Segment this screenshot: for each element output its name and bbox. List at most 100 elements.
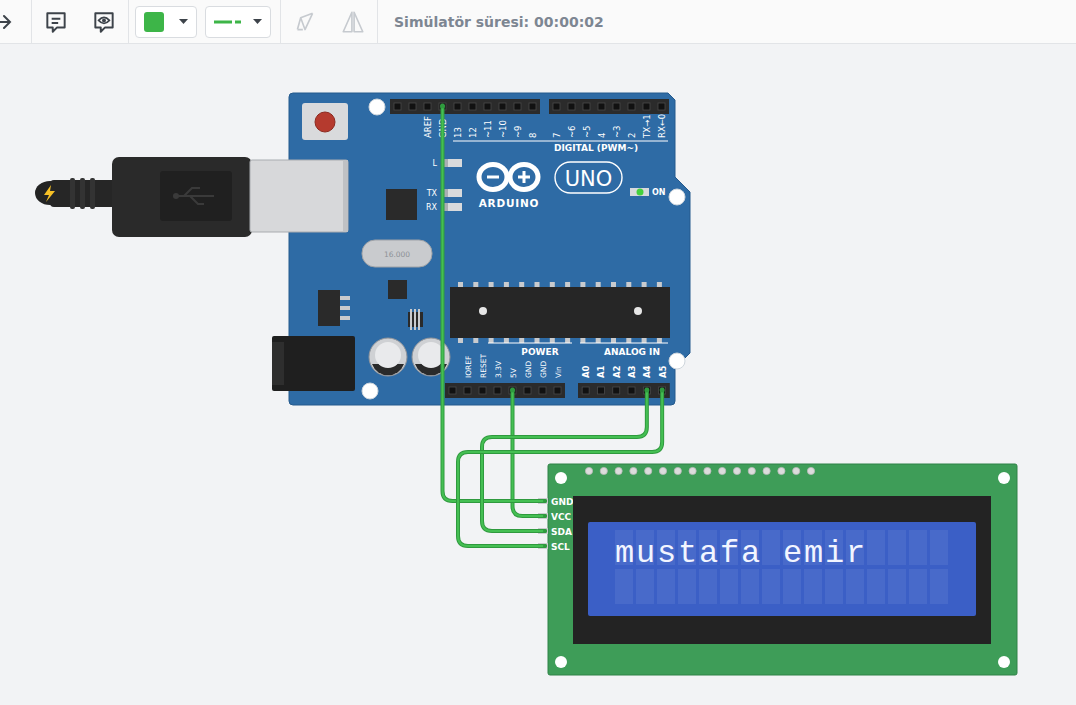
mounting-hole [555, 656, 567, 668]
capacitor [369, 338, 407, 376]
brand-label: ARDUINO [479, 197, 540, 209]
color-swatch [144, 12, 164, 32]
pin-label: A4 [642, 365, 652, 378]
pin-label: RX←0 [657, 114, 667, 138]
lcd-bezel [573, 496, 991, 644]
mounting-hole [369, 99, 385, 115]
pin-label: 2 [627, 133, 637, 138]
usb-plug [250, 160, 348, 232]
analog-header-label: ANALOG IN [604, 347, 660, 357]
wire-end [510, 388, 515, 393]
usb-cable [35, 157, 252, 237]
pin-label: GND [524, 361, 533, 378]
power-bolt-icon [44, 185, 55, 202]
eye-icon [91, 9, 117, 35]
digital-header-label: DIGITAL (PWM~) [554, 143, 638, 153]
lcd-module[interactable]: GND VCC SDA SCL mustafa emir [538, 464, 1017, 675]
flip-button [329, 0, 377, 44]
pin-label: 4 [597, 133, 607, 138]
wire-end [440, 104, 445, 109]
wire[interactable] [482, 388, 649, 534]
pin-label: 13 [453, 127, 463, 138]
note-icon [43, 9, 69, 35]
pin-label: IOREF [464, 356, 473, 378]
led-label: RX [426, 203, 438, 212]
pin-label: A1 [596, 365, 606, 378]
fill-color-dropdown[interactable] [135, 6, 197, 38]
mounting-hole [555, 472, 567, 484]
led-light [443, 159, 462, 167]
lcd-pin-label: SCL [551, 542, 570, 552]
lcd-pin-label: SDA [551, 527, 572, 537]
pen-button [281, 0, 329, 44]
caret-icon [253, 19, 262, 25]
model-badge [555, 162, 622, 193]
line-style-dropdown[interactable] [205, 6, 271, 38]
power-jack [272, 336, 355, 391]
pin-header [445, 383, 565, 398]
arrow-button[interactable] [0, 0, 31, 44]
usb-symbol-icon [173, 188, 214, 204]
arduino-logo-icon [479, 165, 538, 190]
separator [280, 0, 281, 44]
eye-button[interactable] [80, 0, 128, 44]
pin-label: ~11 [483, 120, 493, 138]
wire[interactable] [440, 104, 547, 504]
pin-label: ~5 [582, 125, 592, 138]
wire-end [543, 544, 547, 548]
wire-end [660, 388, 665, 393]
wire-end [644, 388, 649, 393]
microcontroller-chip [450, 282, 670, 343]
pin-label: A2 [612, 365, 622, 378]
pin-label: 7 [552, 133, 562, 138]
led-label: TX [426, 189, 438, 198]
pin-label: AREF [423, 116, 433, 138]
lcd-pin-label: GND [551, 497, 573, 507]
pin-label: 8 [528, 133, 538, 138]
small-chip [388, 280, 407, 299]
voltage-regulator [318, 290, 350, 326]
pin-label: 5V [509, 367, 518, 378]
led: L [433, 159, 462, 168]
pin-header [390, 99, 540, 114]
mounting-hole [998, 656, 1010, 668]
wire-end [543, 529, 547, 533]
pin-label: ~3 [612, 125, 622, 138]
pin-label: ~6 [567, 125, 577, 138]
usb-chip [386, 189, 417, 220]
small-component [408, 309, 423, 330]
note-button[interactable] [32, 0, 80, 44]
pin-header [578, 383, 670, 398]
pin-label: A0 [581, 365, 591, 378]
reset-button[interactable] [302, 103, 348, 140]
mounting-hole [669, 353, 685, 369]
led-light [443, 203, 462, 211]
pin-label: 12 [468, 127, 478, 138]
led-label: ON [652, 188, 666, 197]
crystal-label: 16.000 [384, 250, 410, 259]
power-header-label: POWER [521, 347, 558, 357]
led-light [443, 189, 462, 197]
flip-icon [340, 9, 366, 35]
arrow-icon [0, 10, 16, 34]
lcd-text: mustafa emir [615, 535, 867, 572]
power-led: ON [630, 188, 666, 197]
separator [377, 0, 378, 44]
separator [128, 0, 129, 44]
model-label: UNO [565, 167, 613, 191]
lcd-pin-label: VCC [551, 512, 572, 522]
toolbar: Simülatör süresi: 00:00:02 [0, 0, 1076, 44]
led-label: L [433, 159, 438, 168]
simulation-time: Simülatör süresi: 00:00:02 [378, 14, 604, 30]
pin-label: A3 [627, 365, 637, 378]
circuit-canvas[interactable]: AREFGND1312~11~10~987~6~54~32TX→1RX←0DIG… [0, 44, 1076, 705]
caret-icon [179, 19, 188, 25]
wire[interactable] [458, 388, 665, 549]
wire-end [543, 499, 547, 503]
pin-label: Vin [554, 366, 563, 378]
line-style-icon [214, 19, 241, 25]
wire-end [543, 514, 547, 518]
mounting-hole [998, 472, 1010, 484]
pin-label: GND [539, 361, 548, 378]
pen-icon [292, 9, 318, 35]
